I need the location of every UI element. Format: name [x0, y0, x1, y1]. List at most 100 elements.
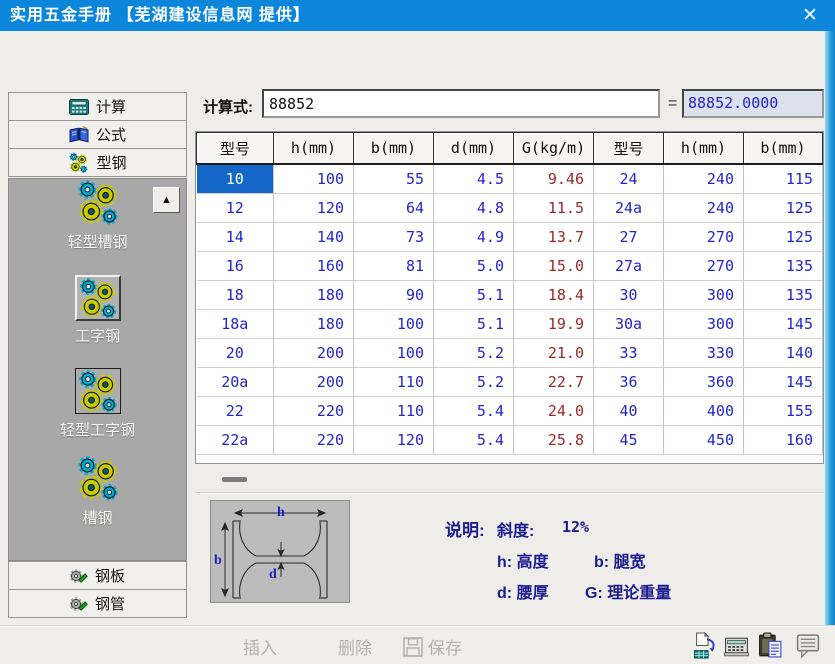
table-cell[interactable]: 18a [197, 310, 274, 339]
table-cell[interactable]: 270 [664, 252, 744, 281]
table-cell[interactable]: 140 [744, 339, 823, 368]
column-header[interactable]: b(mm) [744, 133, 823, 165]
table-cell[interactable]: 9.46 [514, 164, 594, 194]
table-cell[interactable]: 90 [354, 281, 434, 310]
table-cell[interactable]: 5.4 [434, 426, 514, 455]
insert-button[interactable]: 插入 [243, 634, 277, 659]
table-cell[interactable]: 160 [744, 426, 823, 455]
table-cell[interactable]: 220 [274, 426, 354, 455]
table-cell[interactable]: 155 [744, 397, 823, 426]
table-cell[interactable]: 240 [664, 194, 744, 223]
table-cell[interactable]: 19.9 [514, 310, 594, 339]
table-cell[interactable]: 360 [664, 368, 744, 397]
table-cell[interactable]: 36 [594, 368, 664, 397]
table-cell[interactable]: 15.0 [514, 252, 594, 281]
table-cell[interactable]: 33 [594, 339, 664, 368]
close-icon[interactable]: ✕ [791, 0, 829, 31]
table-cell[interactable]: 22a [197, 426, 274, 455]
table-cell[interactable]: 125 [744, 223, 823, 252]
horizontal-scrollbar-thumb[interactable] [222, 477, 247, 482]
table-cell[interactable]: 22 [197, 397, 274, 426]
table-cell[interactable]: 145 [744, 368, 823, 397]
table-cell[interactable]: 200 [274, 339, 354, 368]
table-cell[interactable]: 180 [274, 310, 354, 339]
paste-icon[interactable] [757, 632, 785, 659]
table-cell[interactable]: 30 [594, 281, 664, 310]
export-to-calculator-icon[interactable] [693, 632, 721, 659]
table-cell[interactable]: 13.7 [514, 223, 594, 252]
table-cell[interactable]: 180 [274, 281, 354, 310]
table-cell[interactable]: 55 [354, 164, 434, 194]
sidebar-item-section-steel[interactable]: 型钢 [8, 148, 187, 177]
table-cell[interactable]: 64 [354, 194, 434, 223]
delete-button[interactable]: 删除 [338, 634, 372, 659]
table-cell[interactable]: 5.0 [434, 252, 514, 281]
sidebar-item-steel-plate[interactable]: 钢板 [8, 561, 187, 590]
table-cell[interactable]: 4.5 [434, 164, 514, 194]
calc-result-field[interactable]: 88852.0000 [682, 89, 824, 118]
table-cell[interactable]: 270 [664, 223, 744, 252]
table-cell[interactable]: 16 [197, 252, 274, 281]
table-cell[interactable]: 5.4 [434, 397, 514, 426]
table-cell[interactable]: 10 [197, 164, 274, 194]
table-cell[interactable]: 330 [664, 339, 744, 368]
table-cell[interactable]: 450 [664, 426, 744, 455]
table-cell[interactable]: 240 [664, 164, 744, 194]
sidebar-item-calculate[interactable]: 计算 [8, 92, 187, 121]
table-cell[interactable]: 4.8 [434, 194, 514, 223]
table-cell[interactable]: 220 [274, 397, 354, 426]
table-cell[interactable]: 40 [594, 397, 664, 426]
table-cell[interactable]: 12 [197, 194, 274, 223]
sidebar-item-formula[interactable]: 公式 [8, 120, 187, 149]
table-cell[interactable]: 135 [744, 281, 823, 310]
sidebar-item-槽钢[interactable]: 槽钢 [9, 455, 186, 528]
table-cell[interactable]: 30a [594, 310, 664, 339]
column-header[interactable]: h(mm) [664, 133, 744, 165]
column-header[interactable]: G(kg/m) [514, 133, 594, 165]
table-cell[interactable]: 25.8 [514, 426, 594, 455]
table-cell[interactable]: 200 [274, 368, 354, 397]
sidebar-item-轻型工字钢[interactable]: 轻型工字钢 [9, 368, 186, 440]
column-header[interactable]: d(mm) [434, 133, 514, 165]
table-cell[interactable]: 100 [354, 310, 434, 339]
table-cell[interactable]: 115 [744, 164, 823, 194]
calc-expression-input[interactable] [262, 89, 660, 118]
table-cell[interactable]: 27 [594, 223, 664, 252]
calculator-icon[interactable] [723, 632, 751, 659]
table-cell[interactable]: 120 [354, 426, 434, 455]
table-cell[interactable]: 400 [664, 397, 744, 426]
sidebar-item-工字钢[interactable]: 工字钢 [9, 275, 186, 346]
table-cell[interactable]: 110 [354, 368, 434, 397]
table-cell[interactable]: 125 [744, 194, 823, 223]
save-button[interactable]: 保存 [403, 634, 462, 659]
table-cell[interactable]: 14 [197, 223, 274, 252]
sidebar-item-轻型槽钢[interactable]: 轻型槽钢 [9, 179, 186, 252]
table-cell[interactable]: 27a [594, 252, 664, 281]
sidebar-item-steel-pipe[interactable]: 钢管 [8, 589, 187, 618]
table-cell[interactable]: 300 [664, 310, 744, 339]
notes-icon[interactable] [794, 632, 822, 659]
column-header[interactable]: b(mm) [354, 133, 434, 165]
table-cell[interactable]: 110 [354, 397, 434, 426]
table-cell[interactable]: 20 [197, 339, 274, 368]
table-cell[interactable]: 18.4 [514, 281, 594, 310]
table-cell[interactable]: 73 [354, 223, 434, 252]
table-cell[interactable]: 120 [274, 194, 354, 223]
table-cell[interactable]: 135 [744, 252, 823, 281]
column-header[interactable]: 型号 [594, 133, 664, 165]
table-cell[interactable]: 24 [594, 164, 664, 194]
table-cell[interactable]: 18 [197, 281, 274, 310]
table-cell[interactable]: 5.2 [434, 368, 514, 397]
table-cell[interactable]: 11.5 [514, 194, 594, 223]
table-cell[interactable]: 24a [594, 194, 664, 223]
table-cell[interactable]: 20a [197, 368, 274, 397]
table-cell[interactable]: 22.7 [514, 368, 594, 397]
table-cell[interactable]: 145 [744, 310, 823, 339]
column-header[interactable]: 型号 [197, 133, 274, 165]
table-cell[interactable]: 45 [594, 426, 664, 455]
table-cell[interactable]: 21.0 [514, 339, 594, 368]
table-cell[interactable]: 81 [354, 252, 434, 281]
table-cell[interactable]: 5.1 [434, 281, 514, 310]
table-cell[interactable]: 100 [274, 164, 354, 194]
table-cell[interactable]: 5.2 [434, 339, 514, 368]
